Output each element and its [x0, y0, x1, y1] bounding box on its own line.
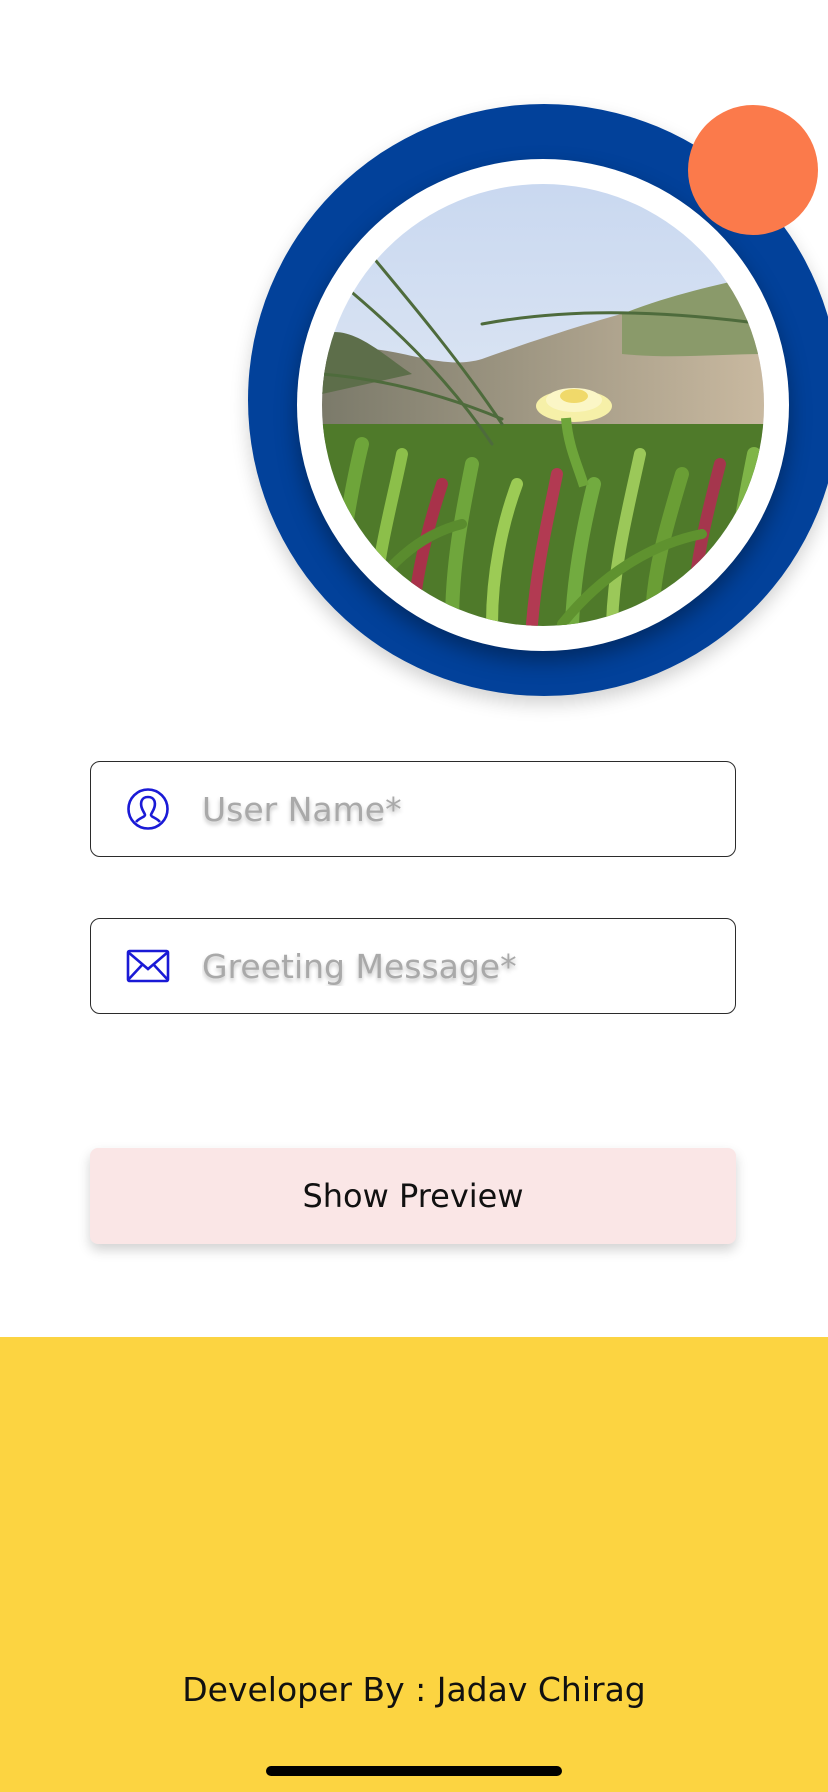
home-indicator[interactable]	[266, 1766, 562, 1776]
show-preview-label: Show Preview	[302, 1177, 524, 1215]
accent-dot	[688, 105, 818, 235]
envelope-icon	[126, 944, 170, 988]
user-circle-icon	[126, 787, 170, 831]
greeting-field[interactable]	[90, 918, 736, 1014]
developer-credit: Developer By : Jadav Chirag	[182, 1670, 646, 1709]
username-input[interactable]	[200, 778, 735, 840]
footer	[0, 1337, 828, 1792]
profile-photo-image	[322, 184, 764, 626]
username-field[interactable]	[90, 761, 736, 857]
show-preview-button[interactable]: Show Preview	[90, 1148, 736, 1244]
greeting-input[interactable]	[200, 935, 735, 997]
profile-photo[interactable]	[322, 184, 764, 626]
